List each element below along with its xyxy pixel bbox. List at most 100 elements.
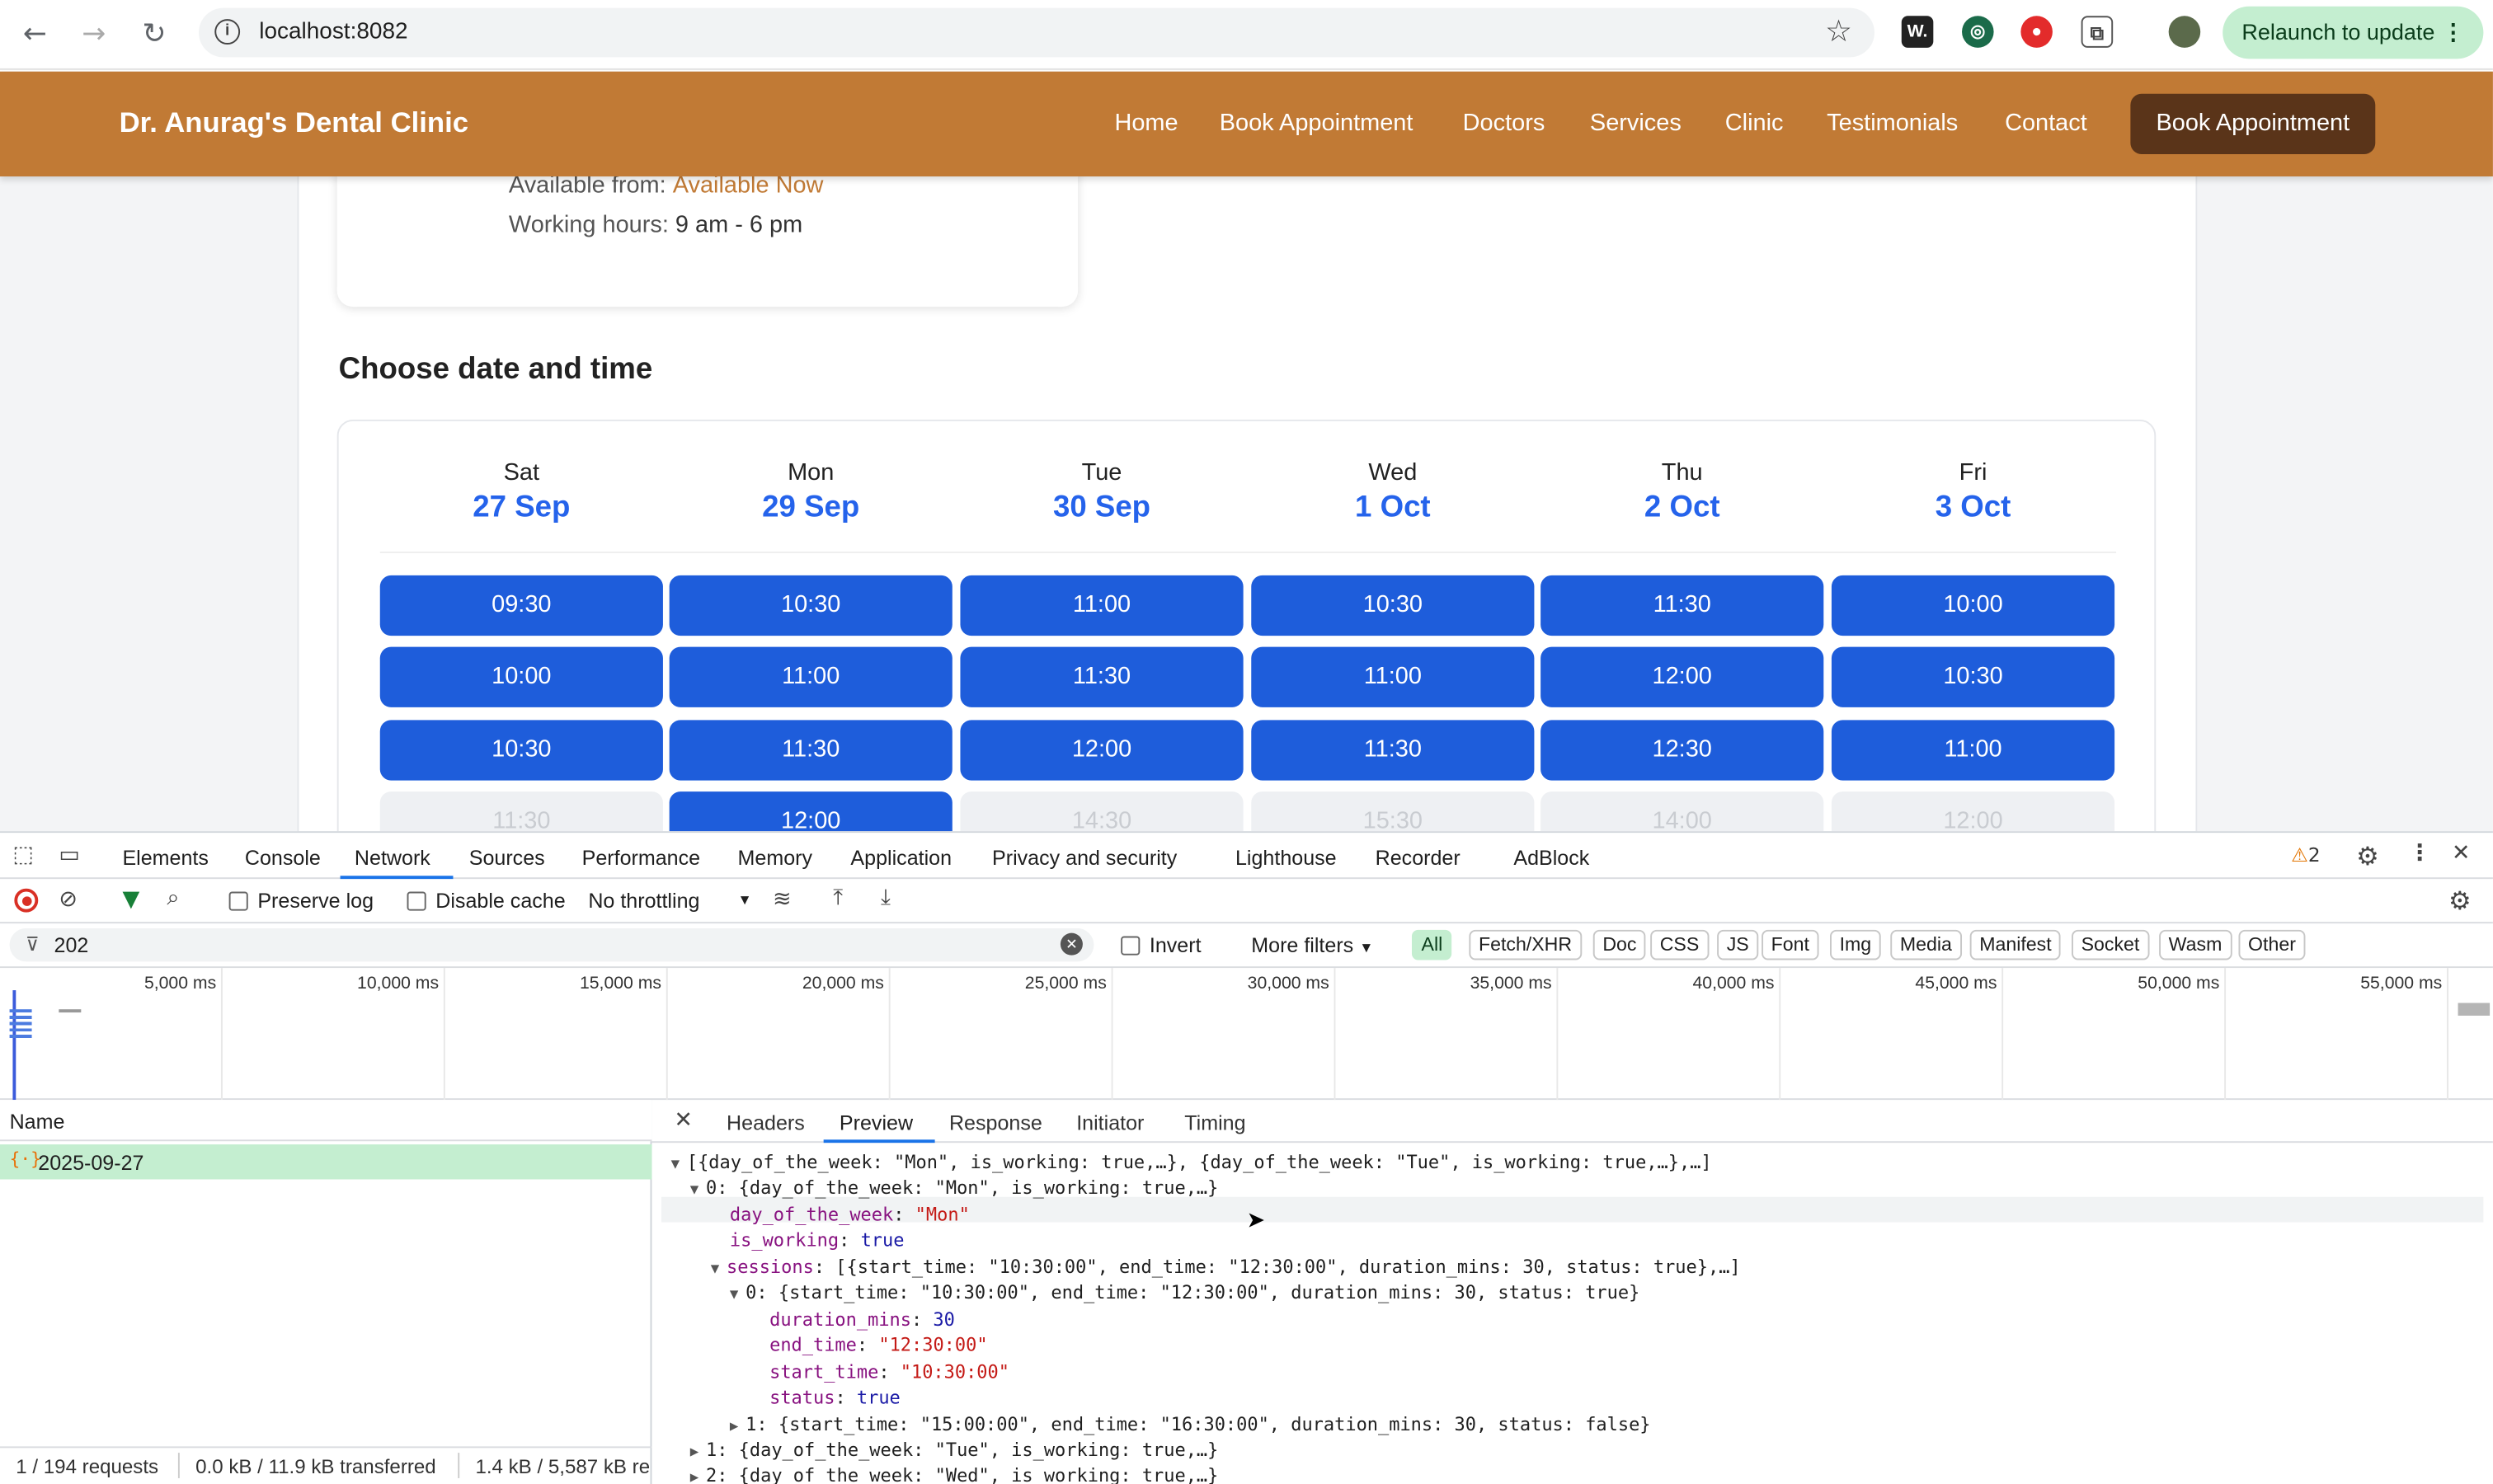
- import-har-icon[interactable]: ⤒: [833, 885, 843, 911]
- time-slot-button[interactable]: 11:00: [1251, 646, 1535, 707]
- address-bar[interactable]: i localhost:8082 ☆: [198, 7, 1874, 58]
- timeline-scroll-handle[interactable]: [2458, 1003, 2491, 1016]
- more-options-icon[interactable]: ⋮: [2409, 841, 2431, 866]
- tab-elements[interactable]: Elements: [122, 846, 208, 870]
- time-slot-button[interactable]: 10:30: [1251, 575, 1535, 636]
- tab-privacy-security[interactable]: Privacy and security: [992, 846, 1177, 870]
- filter-chip-media[interactable]: Media: [1890, 929, 1962, 960]
- time-slot-button[interactable]: 10:30: [379, 720, 663, 781]
- filter-chip-font[interactable]: Font: [1762, 929, 1819, 960]
- tab-adblock[interactable]: AdBlock: [1513, 846, 1589, 870]
- time-slot-button[interactable]: 10:30: [669, 575, 953, 636]
- export-har-icon[interactable]: ⤓: [881, 885, 891, 911]
- filter-chip-socket[interactable]: Socket: [2072, 929, 2149, 960]
- tab-recorder[interactable]: Recorder: [1376, 846, 1461, 870]
- preserve-log-checkbox[interactable]: [228, 891, 248, 911]
- json-item-0[interactable]: ▼ 0: {day_of_the_week: "Mon", is_working:…: [690, 1176, 1219, 1199]
- filter-chip-other[interactable]: Other: [2238, 929, 2306, 960]
- extension-wordpress-icon[interactable]: ◎: [1962, 16, 1994, 48]
- filter-icon[interactable]: ▼: [122, 887, 139, 913]
- time-slot-button[interactable]: 12:00: [1831, 791, 2115, 832]
- filter-chip-wasm[interactable]: Wasm: [2159, 929, 2232, 960]
- time-slot-button[interactable]: 11:00: [1831, 720, 2115, 781]
- filter-chip-js[interactable]: JS: [1717, 929, 1759, 960]
- extensions-puzzle-icon[interactable]: ⧉: [2081, 16, 2114, 48]
- tab-memory[interactable]: Memory: [738, 846, 813, 870]
- bookmark-star-icon[interactable]: ☆: [1825, 14, 1852, 49]
- nav-book-appointment[interactable]: Book Appointment: [1220, 110, 1413, 137]
- nav-testimonials[interactable]: Testimonials: [1827, 110, 1958, 137]
- time-slot-button[interactable]: 11:00: [960, 575, 1244, 636]
- reload-icon[interactable]: ↻: [135, 16, 173, 54]
- nav-home[interactable]: Home: [1114, 110, 1178, 137]
- site-brand[interactable]: Dr. Anurag's Dental Clinic: [120, 106, 468, 139]
- time-slot-button[interactable]: 10:00: [1831, 575, 2115, 636]
- nav-clinic[interactable]: Clinic: [1725, 110, 1784, 137]
- nav-services[interactable]: Services: [1590, 110, 1682, 137]
- time-slot-button[interactable]: 15:30: [1251, 791, 1535, 832]
- json-root[interactable]: ▼ [{day_of_the_week: "Mon", is_working: t…: [671, 1151, 1712, 1173]
- time-slot-button[interactable]: 11:00: [669, 646, 953, 707]
- json-item-1[interactable]: ▶ 1: {day_of_the_week: "Tue", is_working:…: [690, 1439, 1219, 1461]
- more-filters-dropdown[interactable]: More filters ▼: [1251, 933, 1373, 957]
- settings-gear-icon[interactable]: ⚙: [2356, 841, 2379, 871]
- time-slot-button[interactable]: 11:30: [669, 720, 953, 781]
- clear-filter-icon[interactable]: ✕: [1060, 932, 1083, 956]
- tab-console[interactable]: Console: [245, 846, 321, 870]
- search-icon[interactable]: ⌕: [167, 885, 179, 911]
- time-slot-button[interactable]: 14:30: [960, 791, 1244, 832]
- close-devtools-icon[interactable]: ✕: [2452, 841, 2471, 866]
- record-icon[interactable]: [14, 888, 39, 913]
- relaunch-button[interactable]: Relaunch to update ⋮: [2223, 6, 2484, 59]
- name-column-header[interactable]: Name: [0, 1100, 652, 1142]
- json-item-2[interactable]: ▶ 2: {day_of_the_week: "Wed", is_working:…: [690, 1464, 1219, 1484]
- time-slot-button[interactable]: 11:30: [1251, 720, 1535, 781]
- nav-doctors[interactable]: Doctors: [1463, 110, 1545, 137]
- time-slot-button[interactable]: 12:30: [1540, 720, 1824, 781]
- filter-chip-all[interactable]: All: [1411, 929, 1452, 960]
- extension-adblock-icon[interactable]: ●: [2020, 16, 2053, 48]
- filter-chip-doc[interactable]: Doc: [1592, 929, 1647, 960]
- json-session-1[interactable]: ▶ 1: {start_time: "15:00:00", end_time: "…: [730, 1413, 1651, 1435]
- time-slot-button[interactable]: 11:30: [960, 646, 1244, 707]
- tab-performance[interactable]: Performance: [582, 846, 700, 870]
- tab-lighthouse[interactable]: Lighthouse: [1235, 846, 1337, 870]
- clear-icon[interactable]: ⊘: [59, 887, 78, 913]
- time-slot-button[interactable]: 12:00: [669, 791, 953, 832]
- network-conditions-icon[interactable]: ≋: [773, 887, 792, 913]
- tab-sources[interactable]: Sources: [469, 846, 545, 870]
- network-overview-timeline[interactable]: 5,000 ms 10,000 ms 15,000 ms 20,000 ms 25,00…: [0, 968, 2493, 1101]
- tab-preview[interactable]: Preview: [840, 1111, 913, 1135]
- time-slot-button[interactable]: 09:30: [379, 575, 663, 636]
- tab-timing[interactable]: Timing: [1184, 1111, 1245, 1135]
- tab-initiator[interactable]: Initiator: [1076, 1111, 1144, 1135]
- time-slot-button[interactable]: 12:00: [960, 720, 1244, 781]
- request-row[interactable]: {·} 2025-09-27: [0, 1144, 652, 1180]
- site-info-icon[interactable]: i: [214, 19, 241, 45]
- time-slot-button[interactable]: 10:30: [1831, 646, 2115, 707]
- time-slot-button[interactable]: 12:00: [1540, 646, 1824, 707]
- invert-checkbox[interactable]: [1121, 936, 1141, 956]
- close-details-icon[interactable]: ✕: [674, 1108, 693, 1134]
- forward-icon[interactable]: →: [75, 16, 113, 54]
- header-book-appointment-button[interactable]: Book Appointment: [2130, 93, 2376, 155]
- tab-response[interactable]: Response: [949, 1111, 1042, 1135]
- tab-headers[interactable]: Headers: [727, 1111, 805, 1135]
- json-session-0[interactable]: ▼ 0: {start_time: "10:30:00", end_time: "…: [730, 1281, 1639, 1303]
- profile-avatar[interactable]: [2168, 16, 2201, 48]
- disable-cache-checkbox[interactable]: [407, 891, 426, 911]
- back-icon[interactable]: ←: [16, 16, 54, 54]
- network-settings-icon[interactable]: ⚙: [2448, 885, 2472, 916]
- tab-application[interactable]: Application: [850, 846, 952, 870]
- device-toggle-icon[interactable]: ▭: [59, 843, 80, 868]
- time-slot-button[interactable]: 11:30: [1540, 575, 1824, 636]
- extension-w-icon[interactable]: W.: [1901, 16, 1934, 48]
- filter-chip-css[interactable]: CSS: [1650, 929, 1709, 960]
- inspect-element-icon[interactable]: ⬚: [12, 843, 34, 868]
- filter-chip-img[interactable]: Img: [1830, 929, 1881, 960]
- throttling-select[interactable]: No throttling ▼: [588, 889, 751, 913]
- filter-input[interactable]: ⊽ 202 ✕: [9, 928, 1094, 962]
- filter-chip-fetchxhr[interactable]: Fetch/XHR: [1469, 929, 1582, 960]
- json-sessions[interactable]: ▼ sessions: [{start_time: "10:30:00", end…: [711, 1256, 1741, 1278]
- filter-chip-manifest[interactable]: Manifest: [1969, 929, 2062, 960]
